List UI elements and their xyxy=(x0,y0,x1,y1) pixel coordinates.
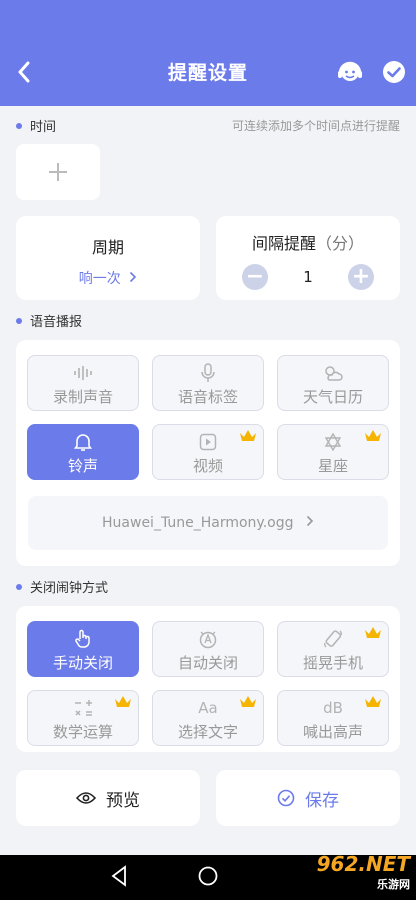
confirm-button[interactable] xyxy=(382,60,406,84)
eye-icon xyxy=(76,792,96,804)
customer-service-button[interactable] xyxy=(336,58,364,86)
interval-value: 1 xyxy=(303,268,313,286)
voice-label-option[interactable]: 语音标签 xyxy=(152,355,264,411)
crown-icon xyxy=(115,696,131,707)
preview-button[interactable]: 预览 xyxy=(16,770,200,826)
interval-stepper: − 1 + xyxy=(216,264,400,290)
select-text-option[interactable]: Aa 选择文字 xyxy=(152,690,264,746)
star-of-david-icon xyxy=(324,433,342,451)
close-section-label: 关闭闹钟方式 xyxy=(16,577,108,596)
calculator-icon xyxy=(75,700,92,716)
section-dot-icon xyxy=(16,583,22,590)
voice-section-label: 语音播报 xyxy=(16,311,82,330)
plus-icon xyxy=(49,163,67,181)
section-dot-icon xyxy=(16,122,22,129)
period-title: 周期 xyxy=(91,238,124,257)
nav-home-icon[interactable] xyxy=(197,865,219,887)
weather-icon xyxy=(325,366,343,381)
save-button[interactable]: 保存 xyxy=(216,770,400,826)
shake-phone-option[interactable]: 摇晃手机 xyxy=(277,621,389,677)
crown-icon xyxy=(365,696,381,707)
nav-back-icon[interactable] xyxy=(110,865,128,887)
auto-close-option[interactable]: 自动关闭 xyxy=(152,621,264,677)
waveform-icon xyxy=(74,366,92,380)
time-label: 时间 xyxy=(30,120,57,135)
weather-calendar-option[interactable]: 天气日历 xyxy=(277,355,389,411)
ringtone-option[interactable]: 铃声 xyxy=(27,424,139,480)
chevron-right-icon xyxy=(130,271,137,283)
interval-card: 间隔提醒（分） − 1 + xyxy=(216,216,400,300)
play-video-icon xyxy=(199,433,217,451)
crown-icon xyxy=(365,430,381,441)
time-section-label: 时间 xyxy=(16,116,56,135)
app-header: 提醒设置 xyxy=(0,0,416,106)
voice-label: 语音播报 xyxy=(30,315,83,330)
watermark-logo: 962.NET 乐游网 xyxy=(316,852,410,891)
section-dot-icon xyxy=(16,317,22,324)
hand-pointer-icon xyxy=(75,629,90,648)
increment-button[interactable]: + xyxy=(348,264,374,290)
record-sound-option[interactable]: 录制声音 xyxy=(27,355,139,411)
bell-icon xyxy=(74,434,92,451)
auto-clock-icon xyxy=(199,631,217,649)
time-hint: 可连续添加多个时间点进行提醒 xyxy=(231,119,400,133)
crown-icon xyxy=(240,430,256,441)
ringtone-filename: Huawei_Tune_Harmony.ogg xyxy=(102,515,294,531)
decrement-button[interactable]: − xyxy=(242,264,268,290)
crown-icon xyxy=(240,696,256,707)
interval-unit: （分） xyxy=(316,234,365,253)
video-option[interactable]: 视频 xyxy=(152,424,264,480)
headset-icon xyxy=(338,61,362,81)
microphone-icon xyxy=(201,363,215,382)
manual-close-option[interactable]: 手动关闭 xyxy=(27,621,139,677)
close-method-panel: 手动关闭 自动关闭 摇晃手机 数学运算 Aa 选择文字 dB 喊出高声 xyxy=(16,606,400,752)
add-time-button[interactable] xyxy=(16,144,100,200)
check-circle-icon xyxy=(383,61,405,83)
check-circle-icon xyxy=(277,789,295,807)
interval-title: 间隔提醒（分） xyxy=(251,234,365,253)
ringtone-file-row[interactable]: Huawei_Tune_Harmony.ogg xyxy=(28,496,388,550)
close-label: 关闭闹钟方式 xyxy=(30,581,109,596)
voice-panel: 录制声音 语音标签 天气日历 铃声 视频 星座 Huawei_Tune_Harm… xyxy=(16,340,400,566)
chevron-right-icon xyxy=(306,515,314,527)
shake-phone-icon xyxy=(324,630,342,648)
period-value[interactable]: 响一次 xyxy=(16,268,200,288)
constellation-option[interactable]: 星座 xyxy=(277,424,389,480)
shout-option[interactable]: dB 喊出高声 xyxy=(277,690,389,746)
period-card[interactable]: 周期 响一次 xyxy=(16,216,200,300)
math-option[interactable]: 数学运算 xyxy=(27,690,139,746)
crown-icon xyxy=(365,627,381,638)
